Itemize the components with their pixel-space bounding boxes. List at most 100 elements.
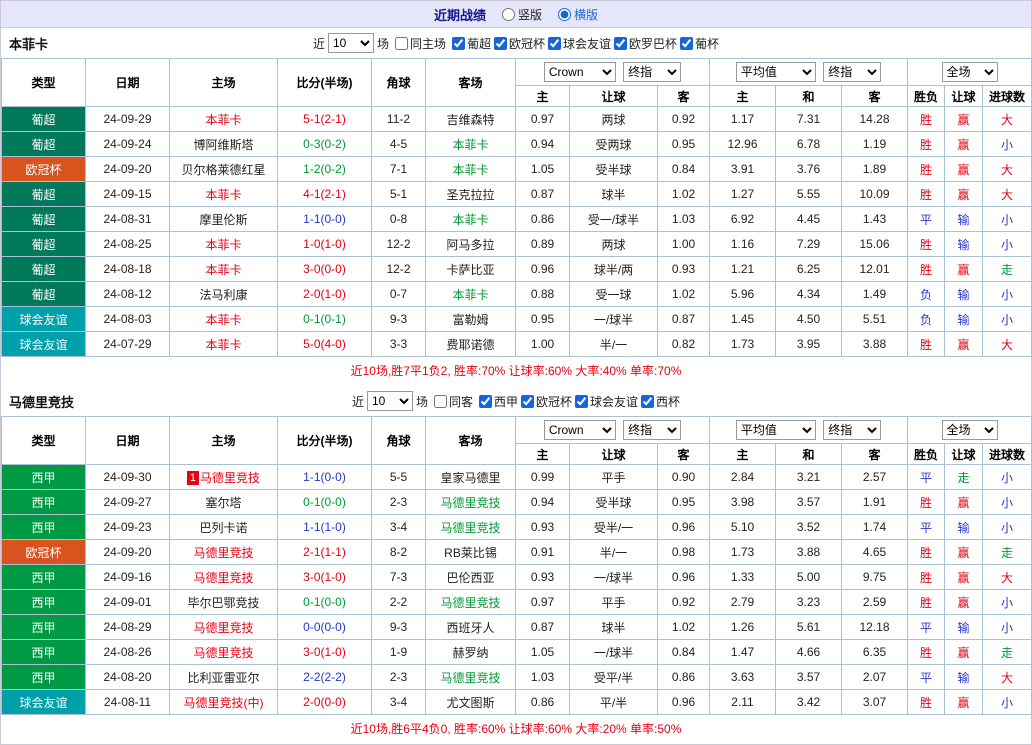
horizontal-layout-radio[interactable]: [558, 7, 571, 21]
asian-away-odds: 1.02: [657, 281, 710, 307]
away-team: 费耶诺德: [425, 331, 516, 357]
same-venue-filter[interactable]: 同客: [431, 393, 473, 410]
league-filter-西甲[interactable]: 西甲: [476, 393, 518, 410]
league-filter-checkbox[interactable]: [680, 36, 694, 50]
col-header-euro-draw: 和: [775, 443, 842, 465]
asian-handicap-line: 半/一: [569, 539, 658, 565]
euro-home-odds: 1.16: [709, 231, 776, 257]
euro-odds-source-select[interactable]: 平均值: [735, 62, 816, 82]
league-filter-球会友谊[interactable]: 球会友谊: [572, 393, 638, 410]
euro-draw-odds: 3.57: [775, 489, 842, 515]
period-select[interactable]: 全场: [941, 420, 998, 440]
euro-home-odds: 12.96: [709, 131, 776, 157]
handicap-result: 赢: [944, 131, 984, 157]
asian-handicap-line: 受一球: [569, 281, 658, 307]
col-header-score: 比分(半场): [277, 58, 372, 107]
result-wdl: 胜: [907, 564, 946, 590]
col-header-asian-home: 主: [515, 443, 570, 465]
team-section-header: 本菲卡 近 10 场 同主场 葡超 欧冠杯 球会友谊 欧罗巴杯 葡杯: [1, 28, 1031, 58]
asian-away-odds: 0.96: [657, 564, 710, 590]
home-team: 摩里伦斯: [169, 206, 278, 232]
recent-count-select[interactable]: 10: [327, 33, 374, 53]
euro-draw-odds: 3.23: [775, 589, 842, 615]
league-filter-checkbox[interactable]: [478, 394, 492, 408]
handicap-result: 赢: [944, 639, 984, 665]
league-filter-checkbox[interactable]: [521, 394, 534, 408]
result-wdl: 平: [907, 664, 946, 690]
col-header-goals-result: 进球数: [982, 85, 1032, 107]
handicap-result: 走: [944, 464, 984, 490]
home-team: 本菲卡: [169, 181, 278, 207]
euro-home-odds: 1.27: [709, 181, 776, 207]
same-venue-checkbox[interactable]: [394, 36, 408, 50]
euro-odds-source-select[interactable]: 平均值: [735, 420, 816, 440]
league-filter-欧冠杯[interactable]: 欧冠杯: [491, 35, 545, 52]
league-type-badge: 葡超: [1, 106, 86, 132]
euro-home-odds: 3.91: [709, 156, 776, 182]
league-filter-葡超[interactable]: 葡超: [449, 35, 491, 52]
match-row: 欧冠杯 24-09-20 贝尔格莱德红星 1-2(0-2) 7-1 本菲卡 1.05 受半球 0…: [1, 156, 1032, 182]
euro-odds-type-select[interactable]: 终指: [823, 420, 882, 440]
home-team: 马德里竞技: [169, 564, 278, 590]
match-date: 24-09-24: [85, 131, 170, 157]
league-filter-checkbox[interactable]: [548, 36, 562, 50]
asian-home-odds: 1.00: [515, 331, 570, 357]
match-row: 西甲 24-08-29 马德里竞技 0-0(0-0) 9-3 西班牙人 0.87 球半 1.02…: [1, 614, 1032, 640]
euro-draw-odds: 4.34: [775, 281, 842, 307]
home-team: 法马利康: [169, 281, 278, 307]
layout-option-vertical[interactable]: 竖版: [501, 6, 542, 23]
score: 3-0(1-0): [277, 639, 372, 665]
corners: 12-2: [371, 231, 426, 257]
result-wdl: 负: [907, 306, 946, 332]
score: 2-0(1-0): [277, 281, 372, 307]
goals-result: 小: [982, 306, 1032, 332]
league-filter-checkbox[interactable]: [641, 394, 655, 408]
away-team: 巴伦西亚: [425, 564, 516, 590]
league-filter-葡杯[interactable]: 葡杯: [677, 35, 719, 52]
asian-handicap-line: 平手: [569, 589, 658, 615]
score: 0-3(0-2): [277, 131, 372, 157]
result-group-header: 全场: [907, 58, 1032, 86]
asian-odds-type-select[interactable]: 终指: [623, 62, 682, 82]
same-venue-filter[interactable]: 同主场: [392, 35, 446, 52]
league-filter-西杯[interactable]: 西杯: [638, 393, 680, 410]
asian-handicap-line: 平/半: [569, 689, 658, 715]
corners: 3-4: [371, 689, 426, 715]
score: 1-1(1-0): [277, 514, 372, 540]
away-team: 本菲卡: [425, 131, 516, 157]
page-title: 近期战绩: [433, 7, 486, 23]
col-header-wdl: 胜负: [907, 443, 946, 465]
away-team: 富勒姆: [425, 306, 516, 332]
period-select[interactable]: 全场: [941, 62, 998, 82]
league-filter-checkbox[interactable]: [494, 36, 507, 50]
bookmaker-select[interactable]: Crown: [543, 62, 616, 82]
league-filter-checkbox[interactable]: [451, 36, 465, 50]
bookmaker-select[interactable]: Crown: [543, 420, 616, 440]
score: 1-2(0-2): [277, 156, 372, 182]
match-date: 24-07-29: [85, 331, 170, 357]
euro-draw-odds: 7.31: [775, 106, 842, 132]
vertical-layout-radio[interactable]: [501, 7, 515, 21]
match-row: 欧冠杯 24-09-20 马德里竞技 2-1(1-1) 8-2 RB莱比锡 0.91 半/一 0…: [1, 539, 1032, 565]
league-filter-欧罗巴杯[interactable]: 欧罗巴杯: [611, 35, 677, 52]
euro-home-odds: 1.45: [709, 306, 776, 332]
home-team: 本菲卡: [169, 106, 278, 132]
home-team: 贝尔格莱德红星: [169, 156, 278, 182]
asian-away-odds: 0.90: [657, 464, 710, 490]
result-wdl: 胜: [907, 256, 946, 282]
league-filter-checkbox[interactable]: [575, 394, 589, 408]
same-venue-checkbox[interactable]: [433, 394, 447, 408]
league-filter-欧冠杯[interactable]: 欧冠杯: [518, 393, 572, 410]
league-filters: 葡超 欧冠杯 球会友谊 欧罗巴杯 葡杯: [449, 35, 719, 52]
asian-handicap-line: 受半球: [569, 156, 658, 182]
league-filter-checkbox[interactable]: [614, 36, 628, 50]
asian-odds-type-select[interactable]: 终指: [623, 420, 682, 440]
asian-away-odds: 0.93: [657, 256, 710, 282]
league-filter-球会友谊[interactable]: 球会友谊: [545, 35, 611, 52]
match-row: 葡超 24-08-12 法马利康 2-0(1-0) 0-7 本菲卡 0.88 受一球 1.02 5…: [1, 281, 1032, 307]
layout-option-horizontal[interactable]: 横版: [558, 6, 598, 23]
result-wdl: 胜: [907, 639, 946, 665]
recent-count-select[interactable]: 10: [366, 391, 413, 411]
handicap-result: 赢: [944, 181, 984, 207]
euro-odds-type-select[interactable]: 终指: [823, 62, 882, 82]
